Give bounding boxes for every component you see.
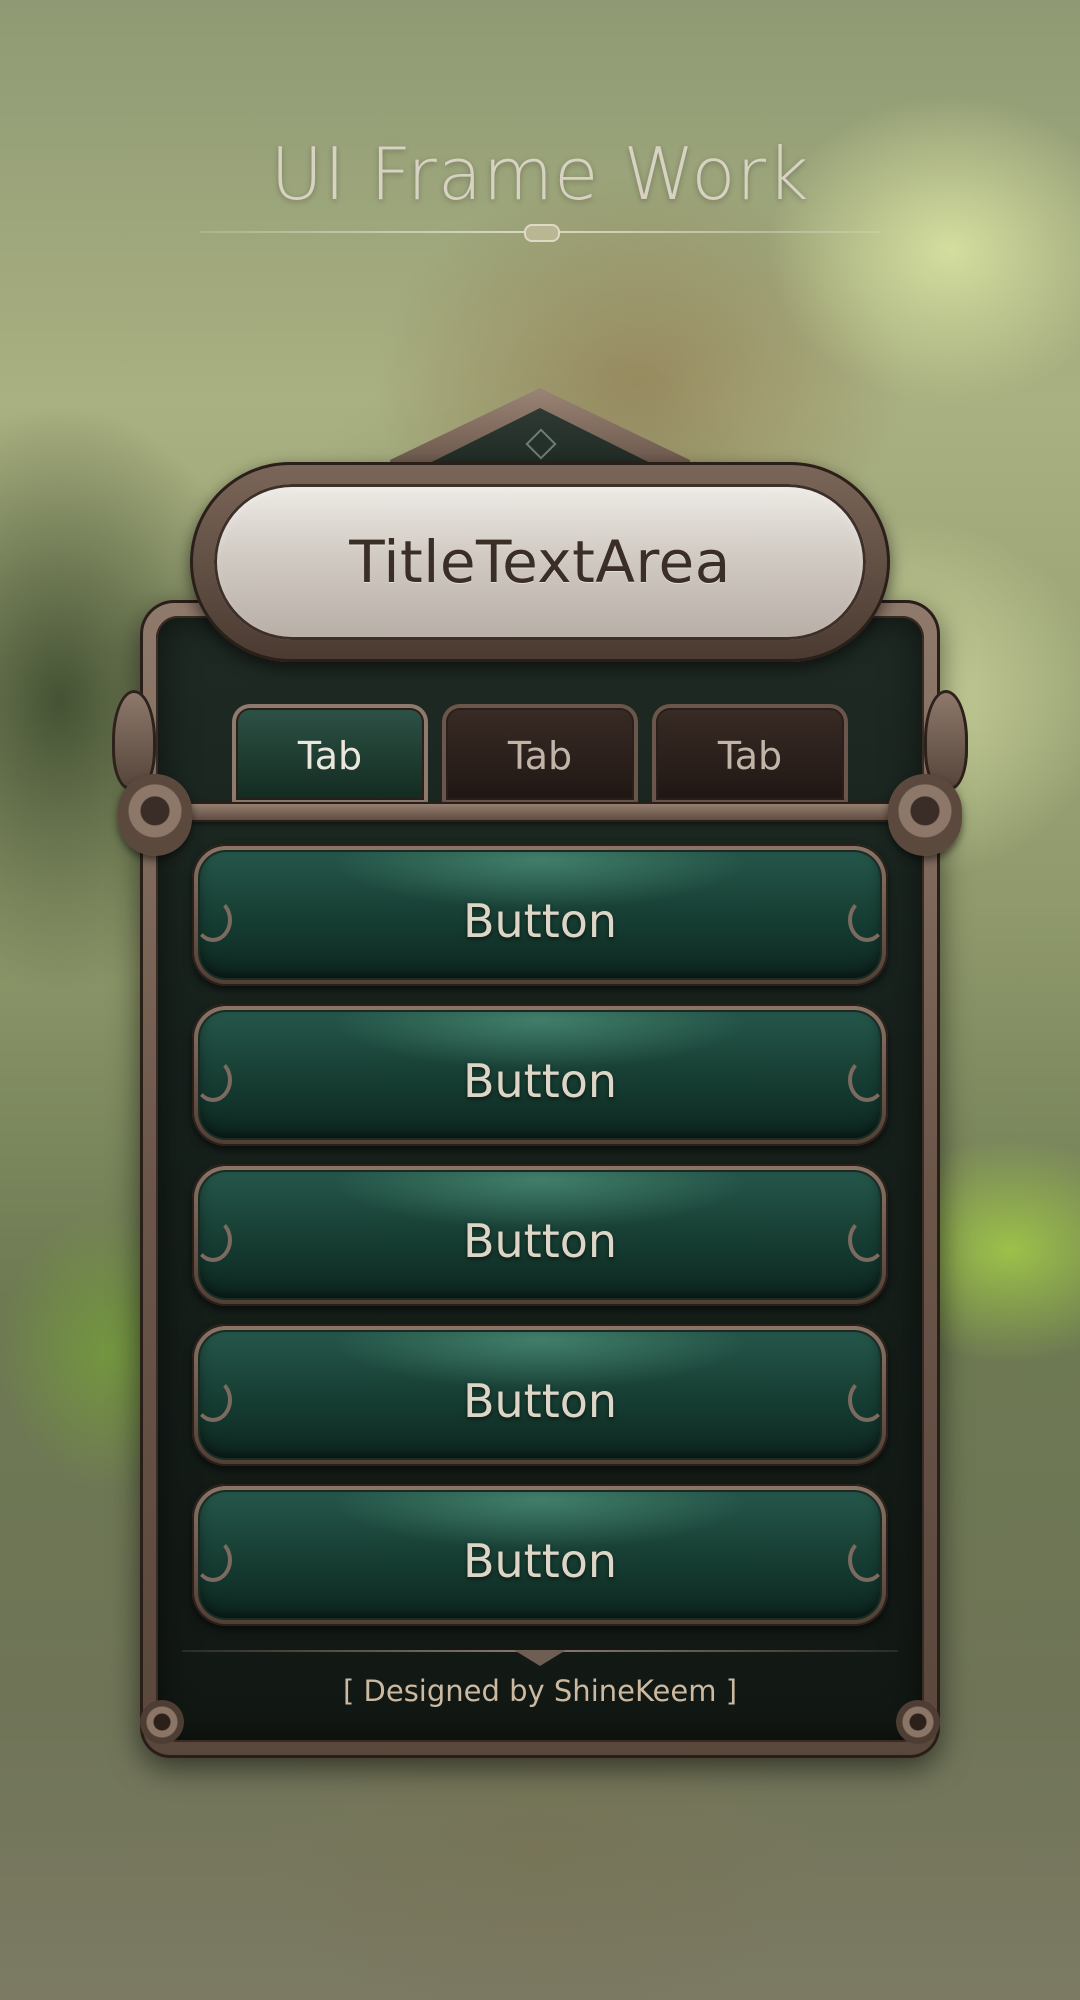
- button-label: Button: [462, 1374, 618, 1428]
- scroll-ornament-left-icon: [118, 774, 192, 856]
- button-label: Button: [462, 1054, 618, 1108]
- tab-label: Tab: [297, 734, 363, 778]
- page-title: UI Frame Work: [270, 132, 810, 216]
- button-face: Button: [194, 850, 886, 980]
- tab-label: Tab: [507, 734, 573, 778]
- tab-bar: Tab Tab Tab: [232, 704, 848, 804]
- corner-curl-right-icon: [896, 1700, 940, 1744]
- button-label: Button: [462, 1534, 618, 1588]
- button-label: Button: [462, 1214, 618, 1268]
- scroll-ornament-right-icon: [888, 774, 962, 856]
- title-divider-ornament: [524, 224, 560, 242]
- tab-2[interactable]: Tab: [442, 704, 638, 804]
- menu-button-1[interactable]: Button: [192, 844, 888, 986]
- menu-button-2[interactable]: Button: [192, 1004, 888, 1146]
- title-plate-inner: TitleTextArea: [214, 484, 866, 640]
- button-face: Button: [194, 1010, 886, 1140]
- button-face: Button: [194, 1170, 886, 1300]
- tab-label: Tab: [717, 734, 783, 778]
- tab-3[interactable]: Tab: [652, 704, 848, 804]
- title-plate: TitleTextArea: [190, 462, 890, 662]
- menu-button-4[interactable]: Button: [192, 1324, 888, 1466]
- button-label: Button: [462, 894, 618, 948]
- panel-title: TitleTextArea: [349, 528, 731, 596]
- button-face: Button: [194, 1330, 886, 1460]
- tab-underline-bar: [180, 802, 900, 822]
- button-face: Button: [194, 1490, 886, 1620]
- menu-button-5[interactable]: Button: [192, 1484, 888, 1626]
- corner-curl-left-icon: [140, 1700, 184, 1744]
- tab-1[interactable]: Tab: [232, 704, 428, 804]
- menu-button-3[interactable]: Button: [192, 1164, 888, 1306]
